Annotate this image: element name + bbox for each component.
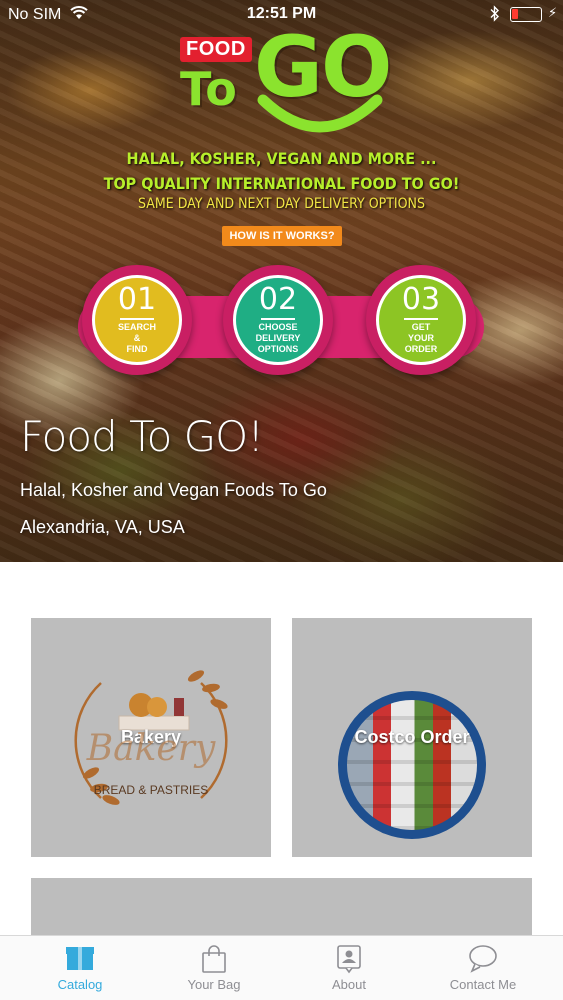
tab-about[interactable]: About xyxy=(279,936,419,1000)
tile-label: Bakery xyxy=(120,727,182,747)
food-to-go-logo: FOOD To GO xyxy=(0,0,563,150)
step-search-find: 01 SEARCH & FIND xyxy=(82,265,192,375)
hero-banner: No SIM 12:51 PM ⚡ FOOD To GO HALAL, KOSH… xyxy=(0,0,563,562)
tab-your-bag[interactable]: Your Bag xyxy=(144,936,284,1000)
how-it-works-button[interactable]: HOW IS IT WORKS? xyxy=(222,226,342,246)
logo-to-text: To xyxy=(180,62,237,116)
catalog-tile-partial[interactable] xyxy=(31,878,532,938)
tagline-top-quality: TOP QUALITY INTERNATIONAL FOOD TO GO! xyxy=(103,174,460,193)
tagline-delivery-options: SAME DAY AND NEXT DAY DELIVERY OPTIONS xyxy=(138,196,425,212)
tile-label: Costco Order xyxy=(354,727,470,747)
step-label: SEARCH & FIND xyxy=(117,322,156,354)
tab-label: Catalog xyxy=(57,977,103,992)
hero-title: Food To GO! xyxy=(20,412,264,461)
step-label: GET YOUR ORDER xyxy=(404,322,438,354)
hero-subtitle: Halal, Kosher and Vegan Foods To Go xyxy=(20,480,327,500)
step-get-order: 03 GET YOUR ORDER xyxy=(366,265,476,375)
chat-bubble-icon xyxy=(469,945,497,973)
tab-catalog[interactable]: Catalog xyxy=(10,936,150,1000)
tab-label: About xyxy=(332,977,366,992)
step-divider xyxy=(120,318,154,320)
tagline-halal-kosher: HALAL, KOSHER, VEGAN AND MORE ... xyxy=(126,149,437,168)
step-label: CHOOSE DELIVERY OPTIONS xyxy=(255,322,301,354)
step-choose-delivery: 02 CHOOSE DELIVERY OPTIONS xyxy=(223,265,333,375)
catalog-tile-bakery[interactable]: Bakery Bakery BREAD & PASTRIES xyxy=(31,618,271,857)
hero-location: Alexandria, VA, USA xyxy=(20,517,185,537)
bag-icon xyxy=(202,945,226,973)
step-number: 03 xyxy=(401,282,441,317)
step-number: 02 xyxy=(258,282,298,317)
costco-store-image xyxy=(338,691,486,839)
logo-food-text: FOOD xyxy=(180,37,252,62)
tab-label: Your Bag xyxy=(187,977,241,992)
catalog-tile-costco-order[interactable]: Costco Order xyxy=(292,618,532,857)
about-person-icon xyxy=(337,945,361,974)
step-number: 01 xyxy=(117,282,157,317)
step-divider xyxy=(404,318,438,320)
catalog-box-icon xyxy=(66,947,94,970)
smile-icon xyxy=(257,94,383,133)
tab-label: Contact Me xyxy=(449,977,517,992)
tab-contact-me[interactable]: Contact Me xyxy=(413,936,553,1000)
step-divider xyxy=(261,318,295,320)
tab-bar: Catalog Your Bag About Contact Me xyxy=(0,935,563,1000)
